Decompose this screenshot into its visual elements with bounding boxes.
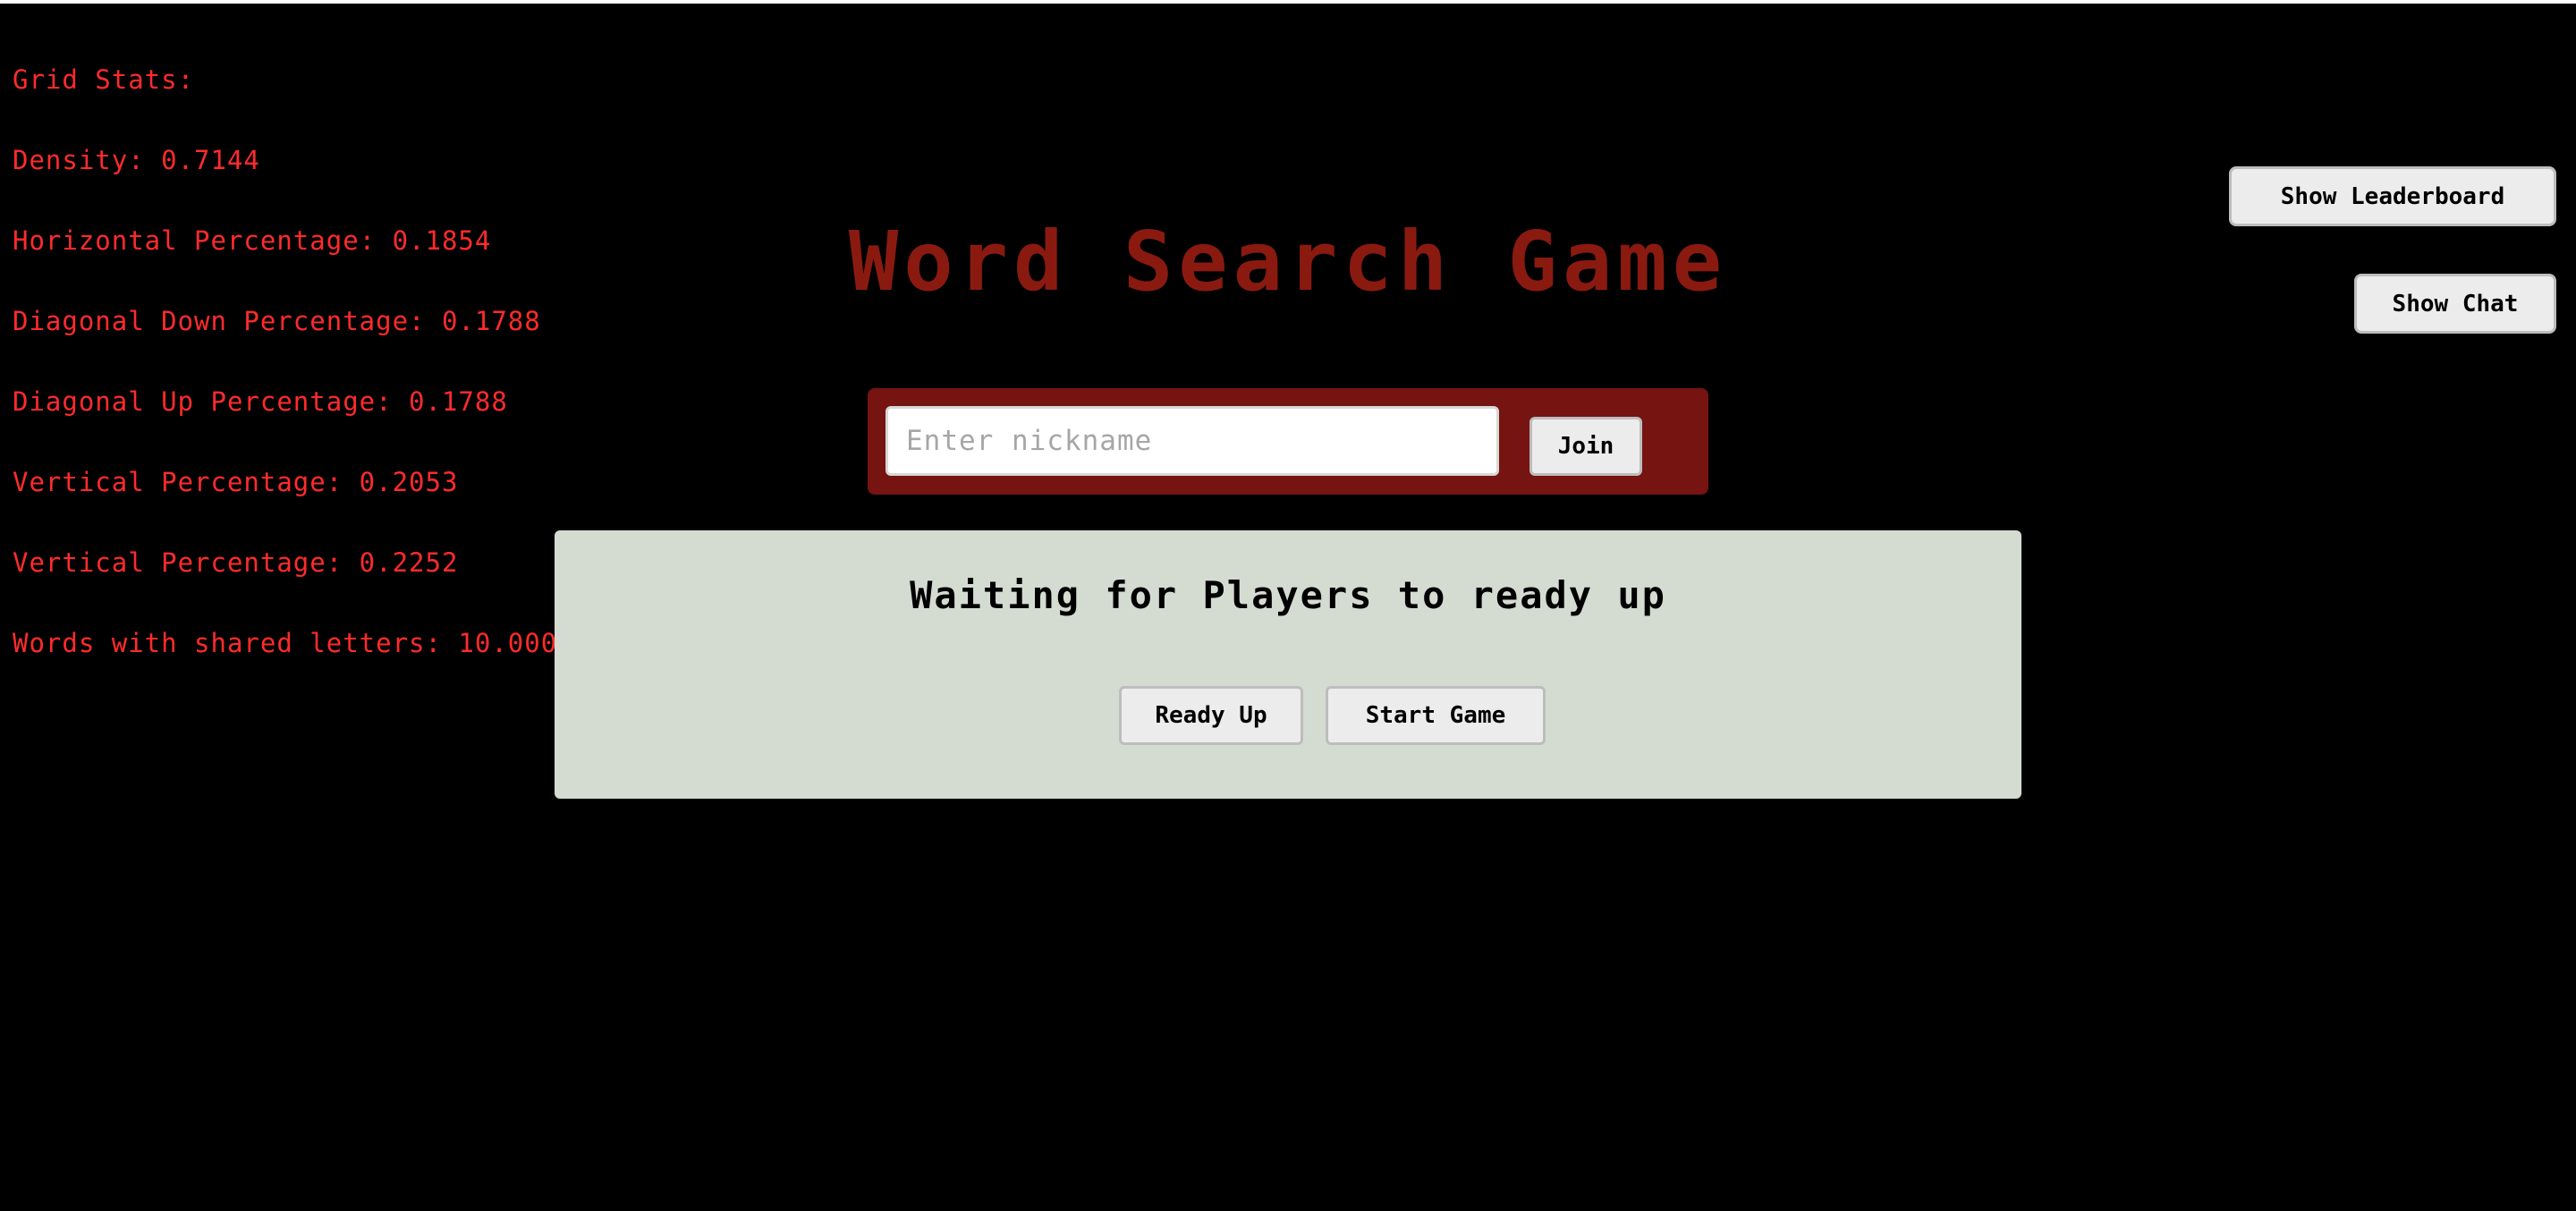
grid-stat-shared-letters: Words with shared letters: 10.0000 [13,628,574,658]
start-game-button[interactable]: Start Game [1326,686,1546,745]
join-panel: Join [868,388,1708,495]
grid-stat-vertical: Vertical Percentage: 0.2053 [13,467,459,497]
page-title: Word Search Game [848,214,1728,309]
grid-stat-diagonal-down: Diagonal Down Percentage: 0.1788 [13,306,541,336]
grid-stats-heading: Grid Stats: [13,64,195,95]
ready-up-button[interactable]: Ready Up [1119,686,1303,745]
lobby-panel: Waiting for Players to ready up Ready Up… [555,530,2021,799]
nickname-input[interactable] [886,406,1499,476]
grid-stat-diagonal-up: Diagonal Up Percentage: 0.1788 [13,386,508,417]
grid-stats-panel: Grid Stats: Density: 0.7144 Horizontal P… [13,13,574,683]
join-button[interactable]: Join [1530,417,1642,476]
grid-stat-vertical-2: Vertical Percentage: 0.2252 [13,547,459,578]
top-border [0,0,2576,4]
grid-stat-density: Density: 0.7144 [13,145,260,175]
lobby-status-message: Waiting for Players to ready up [910,573,1666,617]
